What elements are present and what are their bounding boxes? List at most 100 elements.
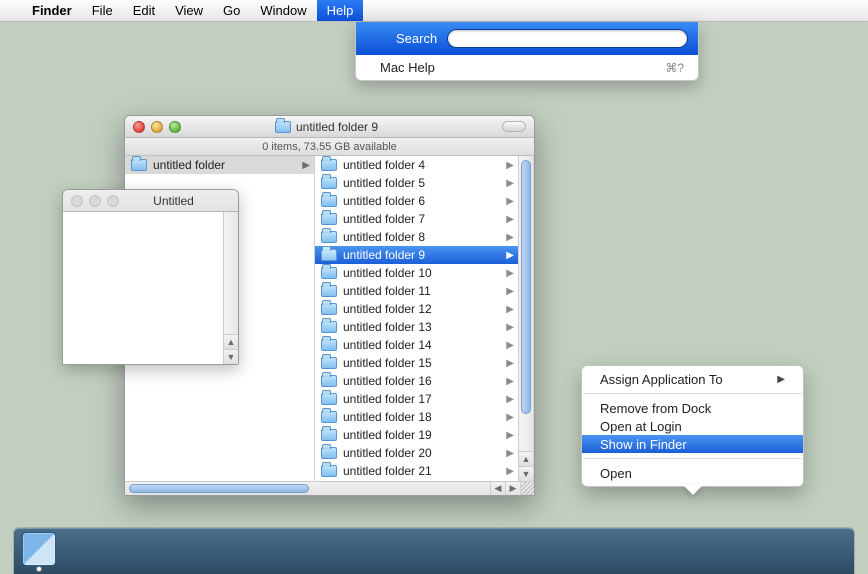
context-menu-item[interactable]: Open at Login bbox=[582, 417, 803, 435]
menu-pointer-tail bbox=[683, 485, 703, 495]
scroll-up-button[interactable]: ▲ bbox=[519, 451, 533, 466]
scroll-down-button[interactable]: ▼ bbox=[224, 349, 238, 364]
folder-cell[interactable]: untitled folder 14▶ bbox=[315, 336, 518, 354]
dock bbox=[14, 528, 854, 574]
folder-cell[interactable]: untitled folder 15 ▶ bbox=[315, 354, 518, 372]
folder-icon bbox=[321, 357, 337, 369]
menu-separator bbox=[583, 393, 802, 394]
context-menu-item[interactable]: Show in Finder bbox=[582, 435, 803, 453]
folder-label: untitled folder 16 bbox=[343, 374, 432, 388]
folder-label: untitled folder 17 bbox=[343, 392, 432, 406]
folder-label: untitled folder 13 bbox=[343, 320, 432, 334]
help-search-label: Search bbox=[396, 31, 437, 46]
chevron-right-icon: ▶ bbox=[506, 286, 514, 297]
folder-cell[interactable]: untitled folder 8▶ bbox=[315, 228, 518, 246]
folder-icon bbox=[321, 375, 337, 387]
app-menu[interactable]: Finder bbox=[22, 0, 82, 21]
folder-icon bbox=[321, 411, 337, 423]
chevron-right-icon: ▶ bbox=[506, 412, 514, 423]
scroll-left-button[interactable]: ◀ bbox=[490, 482, 505, 495]
finder-titlebar[interactable]: untitled folder 9 bbox=[125, 116, 534, 138]
folder-label: untitled folder 15 bbox=[343, 356, 432, 370]
folder-cell[interactable]: untitled folder 10▶ bbox=[315, 264, 518, 282]
folder-cell[interactable]: untitled folder 20▶ bbox=[315, 444, 518, 462]
folder-label: untitled folder 7 bbox=[343, 212, 425, 226]
scroll-right-button[interactable]: ▶ bbox=[505, 482, 520, 495]
folder-icon bbox=[321, 177, 337, 189]
folder-label: untitled folder 11 bbox=[343, 284, 431, 298]
help-menu-dropdown: Search Mac Help ⌘? bbox=[355, 22, 699, 81]
toolbar-toggle-pill[interactable] bbox=[502, 121, 526, 132]
menu-help[interactable]: Help bbox=[317, 0, 364, 21]
folder-cell[interactable]: untitled folder 12▶ bbox=[315, 300, 518, 318]
menu-go[interactable]: Go bbox=[213, 0, 250, 21]
folder-icon bbox=[275, 121, 291, 133]
folder-label: untitled folder 9 bbox=[343, 248, 425, 262]
folder-cell[interactable]: untitled folder 19▶ bbox=[315, 426, 518, 444]
menu-view[interactable]: View bbox=[165, 0, 213, 21]
folder-cell[interactable]: untitled folder 4▶ bbox=[315, 156, 518, 174]
text-area[interactable]: ▲ ▼ bbox=[63, 212, 238, 364]
folder-icon bbox=[321, 249, 337, 261]
minimize-button[interactable] bbox=[89, 195, 101, 207]
context-menu-item-label: Open at Login bbox=[600, 419, 682, 434]
context-menu-item[interactable]: Open bbox=[582, 464, 803, 482]
textedit-titlebar[interactable]: Untitled bbox=[63, 190, 238, 212]
vertical-scrollbar[interactable]: ▲ ▼ bbox=[518, 156, 533, 481]
window-resize-grip[interactable] bbox=[520, 482, 534, 495]
folder-icon bbox=[321, 195, 337, 207]
chevron-right-icon: ▶ bbox=[506, 250, 514, 261]
folder-label: untitled folder 6 bbox=[343, 194, 425, 208]
chevron-right-icon: ▶ bbox=[302, 160, 310, 171]
close-button[interactable] bbox=[71, 195, 83, 207]
folder-cell[interactable]: untitled folder ▶ bbox=[125, 156, 314, 174]
textedit-window: Untitled ▲ ▼ bbox=[62, 189, 239, 365]
apple-menu[interactable] bbox=[10, 0, 22, 21]
finder-status-bar: 0 items, 73.55 GB available bbox=[125, 138, 534, 156]
dock-item-finder[interactable] bbox=[22, 532, 56, 566]
context-menu-item[interactable]: Assign Application To▶ bbox=[582, 370, 803, 388]
scroll-thumb[interactable] bbox=[129, 484, 309, 493]
system-menubar: Finder File Edit View Go Window Help bbox=[0, 0, 868, 22]
folder-icon bbox=[321, 267, 337, 279]
vertical-scrollbar[interactable]: ▲ ▼ bbox=[223, 212, 238, 364]
folder-label: untitled folder 14 bbox=[343, 338, 432, 352]
folder-cell[interactable]: untitled folder 16▶ bbox=[315, 372, 518, 390]
chevron-right-icon: ▶ bbox=[506, 466, 514, 477]
chevron-right-icon: ▶ bbox=[506, 394, 514, 405]
zoom-button[interactable] bbox=[169, 121, 181, 133]
minimize-button[interactable] bbox=[151, 121, 163, 133]
folder-icon bbox=[321, 213, 337, 225]
folder-cell[interactable]: untitled folder 21 ▶ bbox=[315, 462, 518, 480]
folder-cell[interactable]: untitled folder 9 ▶ bbox=[315, 246, 518, 264]
close-button[interactable] bbox=[133, 121, 145, 133]
folder-cell[interactable]: untitled folder 11 ▶ bbox=[315, 282, 518, 300]
horizontal-scrollbar[interactable]: ◀ ▶ bbox=[125, 481, 534, 495]
folder-cell[interactable]: untitled folder 18▶ bbox=[315, 408, 518, 426]
menu-window[interactable]: Window bbox=[250, 0, 316, 21]
menu-edit[interactable]: Edit bbox=[123, 0, 165, 21]
folder-label: untitled folder 4 bbox=[343, 158, 425, 172]
scroll-up-button[interactable]: ▲ bbox=[224, 334, 238, 349]
chevron-right-icon: ▶ bbox=[506, 232, 514, 243]
chevron-right-icon: ▶ bbox=[506, 214, 514, 225]
folder-cell[interactable]: untitled folder 7 ▶ bbox=[315, 210, 518, 228]
help-menu-item-mac-help[interactable]: Mac Help ⌘? bbox=[356, 55, 698, 80]
folder-icon bbox=[321, 393, 337, 405]
finder-window-title: untitled folder 9 bbox=[296, 120, 378, 134]
chevron-right-icon: ▶ bbox=[506, 304, 514, 315]
scroll-down-button[interactable]: ▼ bbox=[519, 466, 533, 481]
folder-label: untitled folder 21 bbox=[343, 464, 432, 478]
folder-cell[interactable]: untitled folder 6▶ bbox=[315, 192, 518, 210]
folder-cell[interactable]: untitled folder 17 ▶ bbox=[315, 390, 518, 408]
folder-cell[interactable]: untitled folder 5▶ bbox=[315, 174, 518, 192]
context-menu-item[interactable]: Remove from Dock bbox=[582, 399, 803, 417]
help-search-input[interactable] bbox=[447, 29, 688, 48]
dock-context-menu: Assign Application To▶ Remove from Dock Op… bbox=[581, 365, 804, 487]
menu-file[interactable]: File bbox=[82, 0, 123, 21]
zoom-button[interactable] bbox=[107, 195, 119, 207]
scroll-thumb[interactable] bbox=[521, 160, 531, 414]
folder-cell[interactable]: untitled folder 13▶ bbox=[315, 318, 518, 336]
chevron-right-icon: ▶ bbox=[506, 358, 514, 369]
context-menu-item-label: Assign Application To bbox=[600, 372, 723, 387]
